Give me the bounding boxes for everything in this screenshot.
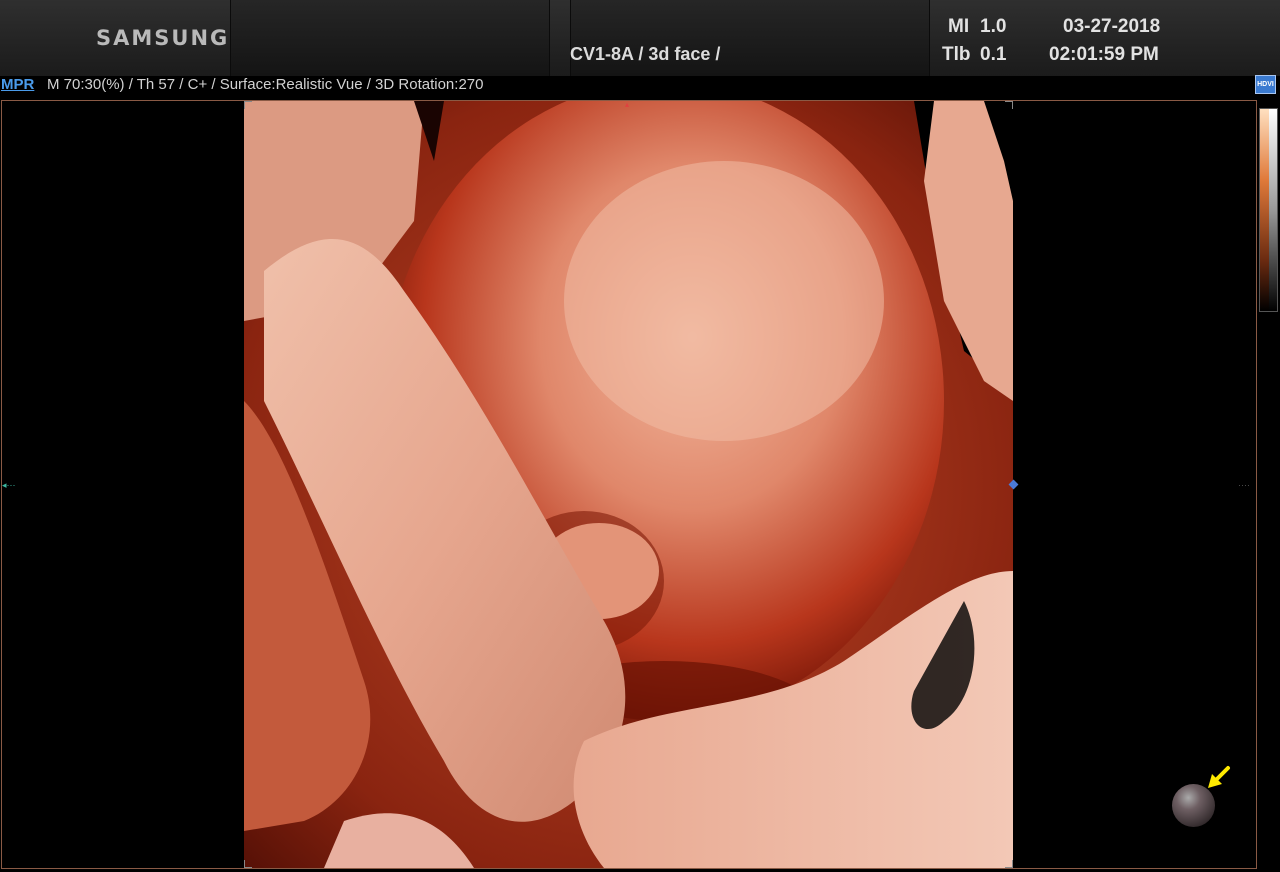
fetal-face-render-icon (244, 101, 1013, 868)
render-corner-top-right (1005, 101, 1013, 109)
arrow-icon (1208, 766, 1230, 788)
3d-surface-render[interactable] (244, 101, 1013, 868)
render-corner-top-left (244, 101, 252, 109)
header-panel-empty (230, 0, 550, 76)
mi-label: MI (948, 16, 970, 37)
exam-date: 03-27-2018 (1063, 16, 1161, 37)
brand-logo: SAMSUNG (96, 26, 230, 50)
render-corner-bottom-right (1005, 860, 1013, 868)
color-map-tint (1260, 109, 1269, 311)
header-bar: SAMSUNG CV1-8A / 3d face / MI 1.0 Tlb 0.… (0, 0, 1280, 76)
tib-label: Tlb (942, 44, 971, 65)
color-map-bar (1259, 108, 1278, 312)
left-edge-marker: ◂··· (2, 480, 16, 490)
hdvi-badge[interactable]: HDVI (1255, 75, 1276, 94)
info-bar: MPR M 70:30(%) / Th 57 / C+ / Surface:Re… (0, 76, 1280, 98)
top-edge-marker: ▴ (625, 100, 630, 109)
mi-value: 1.0 (980, 16, 1007, 37)
color-map-gray (1269, 109, 1277, 311)
render-parameters: M 70:30(%) / Th 57 / C+ / Surface:Realis… (47, 76, 484, 93)
right-edge-marker: ···· (1238, 480, 1250, 490)
probe-preset: CV1-8A / 3d face / (570, 44, 721, 64)
render-corner-bottom-left (244, 860, 252, 868)
exam-time: 02:01:59 PM (1049, 44, 1159, 65)
tib-value: 0.1 (980, 44, 1007, 65)
mpr-mode-link[interactable]: MPR (1, 76, 34, 93)
